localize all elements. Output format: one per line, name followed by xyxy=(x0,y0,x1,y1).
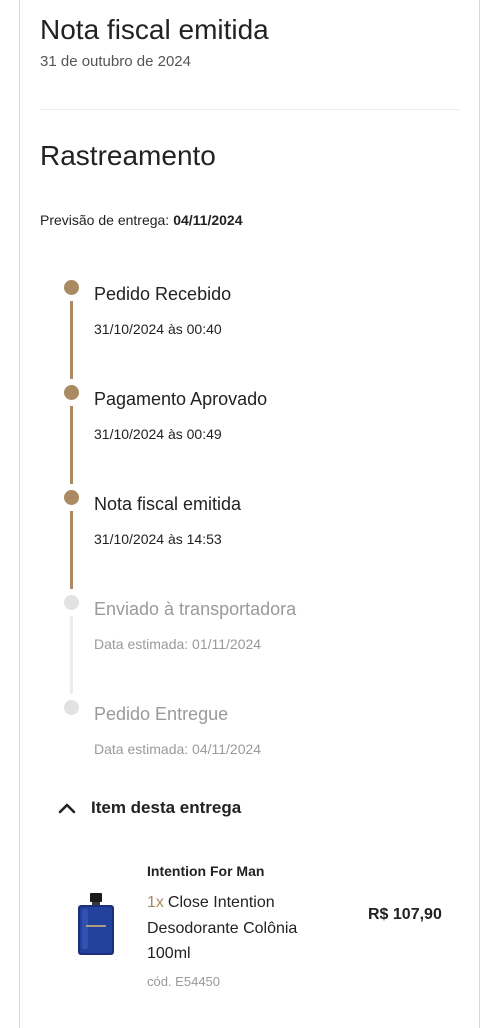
perfume-bottle-icon xyxy=(78,893,114,955)
delivery-forecast-label: Previsão de entrega: xyxy=(40,212,170,228)
product-name: Close Intention Desodorante Colônia 100m… xyxy=(147,894,298,962)
step-label-pagamento-aprovado: Pagamento Aprovado xyxy=(94,389,268,409)
product-quantity: 1x xyxy=(147,894,164,911)
step-date-enviado-transportadora: Data estimada: 01/11/2024 xyxy=(94,636,262,652)
product-brand: Intention For Man xyxy=(147,863,265,879)
step-label-pedido-recebido: Pedido Recebido xyxy=(94,284,232,304)
step-date-pedido-entregue: Data estimada: 04/11/2024 xyxy=(94,741,262,757)
timeline-dot-done xyxy=(64,280,79,295)
timeline-line-done xyxy=(70,406,73,484)
delivery-forecast: Previsão de entrega: 04/11/2024 xyxy=(40,212,243,228)
tracking-title: Rastreamento xyxy=(40,140,216,171)
step-date-pedido-recebido: 31/10/2024 às 00:40 xyxy=(94,321,222,337)
step-label-enviado-transportadora: Enviado à transportadora xyxy=(94,599,297,619)
timeline-dot-pending xyxy=(64,595,79,610)
product-price: R$ 107,90 xyxy=(368,906,442,923)
divider xyxy=(40,109,460,110)
step-date-nota-fiscal-emitida: 31/10/2024 às 14:53 xyxy=(94,531,222,547)
items-toggle-label: Item desta entrega xyxy=(91,798,242,817)
step-label-pedido-entregue: Pedido Entregue xyxy=(94,704,229,724)
page-date: 31 de outubro de 2024 xyxy=(40,53,191,70)
items-toggle-button[interactable]: Item desta entrega xyxy=(58,798,241,818)
timeline-dot-done xyxy=(64,385,79,400)
product-sku: cód. E54450 xyxy=(147,974,221,989)
chevron-up-icon xyxy=(58,803,76,814)
product-description: 1x Close Intention Desodorante Colônia 10… xyxy=(147,890,337,967)
timeline-line-done xyxy=(70,301,73,379)
timeline-line-done xyxy=(70,511,73,589)
delivery-forecast-value: 04/11/2024 xyxy=(173,212,243,228)
step-label-nota-fiscal-emitida: Nota fiscal emitida xyxy=(94,494,242,514)
timeline-line-pending xyxy=(70,616,73,694)
page-title: Nota fiscal emitida xyxy=(40,14,269,45)
timeline-dot-pending xyxy=(64,700,79,715)
step-date-pagamento-aprovado: 31/10/2024 às 00:49 xyxy=(94,426,222,442)
timeline-dot-done xyxy=(64,490,79,505)
